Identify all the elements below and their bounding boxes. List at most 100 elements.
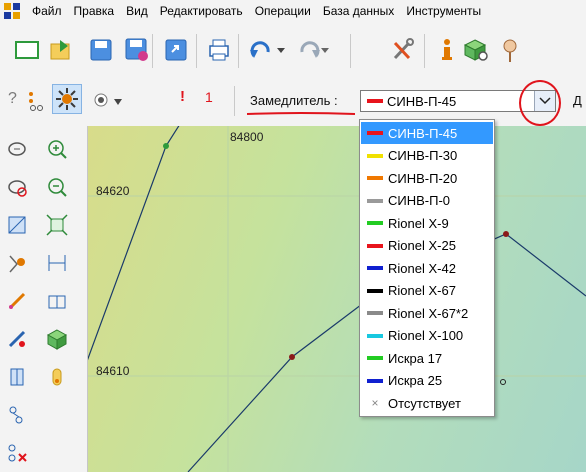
menu-view[interactable]: Вид xyxy=(120,0,154,22)
color-swatch xyxy=(367,333,383,338)
menu-bar: Файл Правка Вид Редактировать Операции Б… xyxy=(0,0,586,23)
blast-point[interactable] xyxy=(289,354,295,360)
color-swatch xyxy=(367,221,383,225)
dropdown-option-label: Rionel X-25 xyxy=(388,238,456,253)
frame-tool-button[interactable] xyxy=(2,210,32,240)
select-region-button[interactable] xyxy=(2,134,32,164)
dropdown-option[interactable]: × Отсутствует xyxy=(361,392,493,414)
combo-value: СИНВ-П-45 xyxy=(387,93,457,109)
edit-pen-button[interactable] xyxy=(2,324,32,354)
color-swatch xyxy=(367,311,383,315)
chevron-down-icon xyxy=(321,48,329,53)
cube-search-icon xyxy=(463,39,488,61)
save-icon xyxy=(90,39,112,61)
target-dropdown-button[interactable] xyxy=(113,95,123,109)
zoom-out-button[interactable] xyxy=(42,172,72,202)
color-swatch xyxy=(367,243,383,248)
measure-icon xyxy=(48,255,66,271)
block-3d-button[interactable] xyxy=(42,324,72,354)
drill-icon xyxy=(10,368,24,386)
blast-point[interactable] xyxy=(163,143,169,149)
add-point-button[interactable] xyxy=(2,248,32,278)
menu-tools[interactable]: Инструменты xyxy=(400,0,487,22)
next-toolbar-label: Д xyxy=(573,93,582,108)
grid-label-x: 84800 xyxy=(230,130,264,144)
color-swatch xyxy=(367,288,383,293)
undo-dropdown-button[interactable] xyxy=(274,33,288,67)
dropdown-option-label: СИНВ-П-20 xyxy=(388,170,458,186)
pencil-icon xyxy=(8,292,26,310)
cube-icon xyxy=(46,329,68,350)
delete-chain-button[interactable] xyxy=(2,438,32,468)
save-button[interactable] xyxy=(84,33,118,67)
floor-plan-button[interactable] xyxy=(42,286,72,316)
chain-icon xyxy=(9,406,23,424)
target-button[interactable] xyxy=(93,92,109,111)
none-icon: × xyxy=(371,396,379,410)
menu-edit[interactable]: Правка xyxy=(68,0,121,22)
fit-extent-button[interactable] xyxy=(42,210,72,240)
info-button[interactable] xyxy=(430,33,464,67)
menu-database[interactable]: База данных xyxy=(317,0,400,22)
dropdown-option[interactable]: Rionel X-67*2 xyxy=(361,302,493,324)
frame-icon xyxy=(8,216,26,234)
dropdown-option[interactable]: СИНВ-П-30 xyxy=(361,145,493,167)
zoom-in-button[interactable] xyxy=(42,134,72,164)
object-search-button[interactable] xyxy=(460,33,494,67)
map-canvas[interactable]: 84800 84620 84610 xyxy=(88,126,586,472)
charge-tool-button[interactable] xyxy=(42,362,72,392)
nodes-icon xyxy=(29,92,43,111)
chevron-down-icon xyxy=(539,97,551,105)
print-icon xyxy=(209,39,229,61)
chain-tool-button[interactable] xyxy=(2,400,32,430)
drill-tool-button[interactable] xyxy=(2,362,32,392)
draw-line-button[interactable] xyxy=(2,286,32,316)
dropdown-option[interactable]: Искра 17 xyxy=(361,347,493,369)
menu-operations[interactable]: Операции xyxy=(249,0,317,22)
retarder-combobox[interactable]: СИНВ-П-45 xyxy=(360,90,556,112)
blast-point[interactable] xyxy=(503,231,509,237)
nodes-button[interactable] xyxy=(27,90,47,115)
settings-tools-button[interactable] xyxy=(386,33,420,67)
add-point-icon xyxy=(9,255,25,273)
dropdown-option[interactable]: Искра 25 xyxy=(361,370,493,392)
save-as-button[interactable] xyxy=(120,33,154,67)
dropdown-option-label: Rionel X-42 xyxy=(388,260,456,276)
burst-tool-button[interactable] xyxy=(52,84,82,114)
zoom-in-icon xyxy=(48,140,67,159)
charge-icon xyxy=(52,368,62,386)
app-logo-icon xyxy=(4,3,20,19)
dropdown-option[interactable]: Rionel X-42 xyxy=(361,257,493,279)
menu-file[interactable]: Файл xyxy=(26,0,68,22)
help-button[interactable]: ? xyxy=(8,90,17,108)
grid-label-y: 84620 xyxy=(96,184,130,198)
export-button[interactable] xyxy=(160,33,194,67)
measure-button[interactable] xyxy=(42,248,72,278)
dropdown-option[interactable]: Rionel X-25 xyxy=(361,235,493,257)
dropdown-option[interactable]: СИНВ-П-0 xyxy=(361,190,493,212)
dropdown-option[interactable]: Rionel X-9 xyxy=(361,212,493,234)
new-document-button[interactable] xyxy=(10,33,44,67)
deselect-region-button[interactable] xyxy=(2,172,32,202)
dropdown-option-label: Rionel X-100 xyxy=(388,328,464,343)
save-as-icon xyxy=(125,38,148,61)
combo-dropdown-button[interactable] xyxy=(534,91,555,111)
dropdown-option-label: Искра 25 xyxy=(388,373,443,388)
dropdown-option[interactable]: Rionel X-67 xyxy=(361,280,493,302)
red-underline-annotation xyxy=(247,112,355,115)
pin-search-button[interactable] xyxy=(494,33,528,67)
redo-dropdown-button[interactable] xyxy=(318,33,332,67)
menu-modify[interactable]: Редактировать xyxy=(154,0,249,22)
delete-chain-icon xyxy=(8,444,27,462)
dropdown-option[interactable]: СИНВ-П-20 xyxy=(361,167,493,189)
blast-point[interactable] xyxy=(500,379,506,385)
color-swatch xyxy=(367,153,383,158)
color-swatch xyxy=(367,378,383,383)
deselect-region-icon xyxy=(8,180,27,197)
color-swatch xyxy=(367,356,383,360)
open-button[interactable] xyxy=(44,33,78,67)
print-button[interactable] xyxy=(202,33,236,67)
dropdown-option[interactable]: СИНВ-П-45 xyxy=(361,122,493,144)
open-folder-icon xyxy=(50,40,70,60)
dropdown-option[interactable]: Rionel X-100 xyxy=(361,325,493,347)
